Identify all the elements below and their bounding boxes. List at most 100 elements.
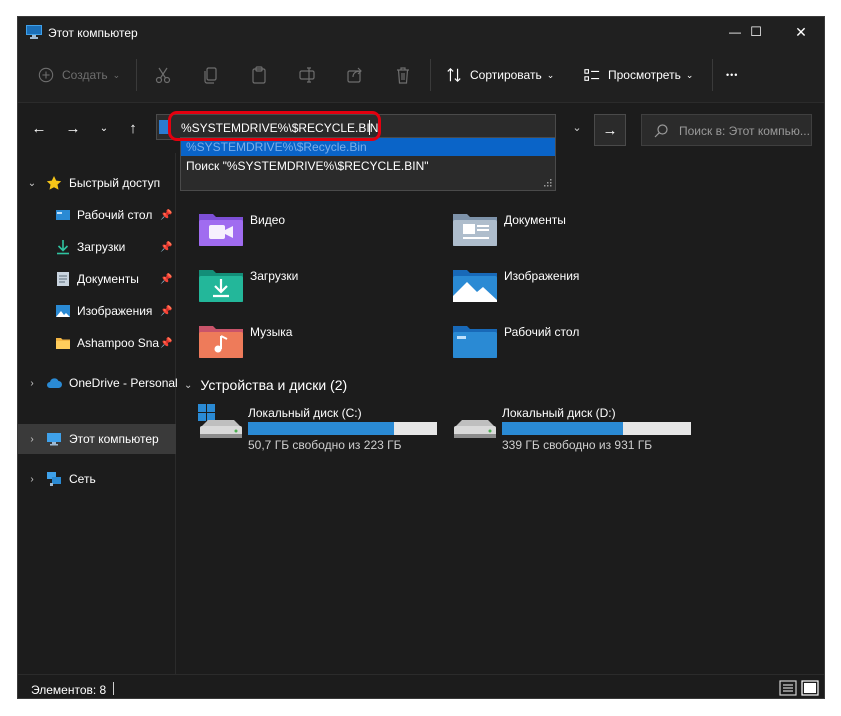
back-button[interactable]: ←: [28, 117, 50, 139]
folder-label: Музыка: [250, 325, 293, 339]
toolbar-divider: [136, 59, 137, 91]
drive-name: Локальный диск (D:): [502, 406, 616, 420]
text-cursor: [369, 120, 370, 135]
hard-drive-icon: [454, 420, 496, 438]
music-folder-icon: [199, 326, 243, 358]
pin-icon: 📌: [160, 209, 173, 221]
create-button[interactable]: Создать ⌄: [38, 63, 120, 87]
navigation-pane: ⌄ Быстрый доступ Рабочий стол 📌 Загрузки…: [18, 153, 178, 674]
sidebar-label: Этот компьютер: [69, 432, 159, 446]
plus-circle-icon: [38, 67, 54, 83]
desktop-folder-icon: [453, 326, 497, 358]
sidebar-label: Быстрый доступ: [69, 176, 161, 190]
autocomplete-item[interactable]: %SYSTEMDRIVE%\$Recycle.Bin: [181, 138, 555, 156]
sort-label: Сортировать: [470, 68, 542, 82]
maximize-button[interactable]: ☐: [733, 17, 779, 47]
delete-icon[interactable]: [394, 66, 412, 84]
chevron-right-icon[interactable]: ›: [26, 474, 38, 485]
maximize-icon: ☐: [750, 24, 762, 39]
details-view-icon[interactable]: [779, 680, 797, 696]
address-input[interactable]: %SYSTEMDRIVE%\$RECYCLE.BIN: [181, 121, 378, 135]
search-box[interactable]: Поиск в: Этот компью...: [641, 114, 812, 146]
pin-icon: 📌: [160, 273, 173, 285]
sidebar-item-this-pc[interactable]: › Этот компьютер: [18, 424, 176, 454]
folder-item-pictures[interactable]: Изображения: [453, 266, 693, 316]
devices-section-header[interactable]: ⌄ Устройства и диски (2): [184, 377, 347, 393]
sidebar-item-ashampoo[interactable]: Ashampoo Sna 📌: [18, 328, 176, 358]
sidebar-item-pictures[interactable]: Изображения 📌: [18, 296, 176, 326]
system-drive-icon: [198, 404, 242, 438]
chevron-down-icon[interactable]: ⌄: [26, 178, 38, 189]
chevron-down-icon: ⌄: [546, 69, 555, 80]
command-bar: Создать ⌄ Сортировать ⌄ Просмотреть ⌄ ••…: [18, 47, 824, 103]
desktop-icon: [56, 210, 70, 220]
rename-icon[interactable]: [298, 66, 316, 84]
arrow-up-icon: ↑: [129, 119, 137, 137]
drive-usage-fill: [248, 422, 394, 435]
resize-grip-icon[interactable]: [544, 179, 552, 187]
sidebar-label: Документы: [77, 272, 139, 286]
drive-free-space: 50,7 ГБ свободно из 223 ГБ: [248, 438, 402, 452]
sidebar-item-documents[interactable]: Документы 📌: [18, 264, 176, 294]
arrow-left-icon: ←: [31, 119, 47, 137]
sort-button[interactable]: Сортировать ⌄: [446, 63, 554, 87]
sidebar-item-network[interactable]: › Сеть: [18, 464, 176, 494]
go-button[interactable]: →: [594, 114, 626, 146]
pin-icon: 📌: [160, 305, 173, 317]
drive-item-d[interactable]: Локальный диск (D:) 339 ГБ свободно из 9…: [452, 404, 692, 454]
drive-usage-fill: [502, 422, 623, 435]
folder-label: Видео: [250, 213, 286, 227]
close-button[interactable]: ✕: [778, 17, 824, 47]
sidebar-label: Рабочий стол: [77, 208, 153, 222]
drive-item-c[interactable]: Локальный диск (C:) 50,7 ГБ свободно из …: [198, 404, 438, 454]
forward-button[interactable]: →: [62, 117, 84, 139]
folder-item-downloads[interactable]: Загрузки: [199, 266, 439, 316]
view-button[interactable]: Просмотреть ⌄: [584, 63, 693, 87]
sidebar-label: Изображения: [77, 304, 153, 318]
paste-icon[interactable]: [250, 66, 268, 84]
sidebar-label: Сеть: [69, 472, 96, 486]
folder-icon: [56, 338, 70, 349]
copy-icon[interactable]: [202, 66, 220, 84]
chevron-right-icon[interactable]: ›: [26, 434, 38, 445]
cloud-icon: [47, 378, 62, 388]
folder-item-documents[interactable]: Документы: [453, 210, 693, 260]
sidebar-item-quick-access[interactable]: ⌄ Быстрый доступ: [18, 168, 176, 198]
devices-header-label: Устройства и диски (2): [200, 377, 348, 393]
address-history-button[interactable]: ⌄: [565, 114, 589, 140]
more-icon: •••: [726, 70, 739, 80]
drive-name: Локальный диск (C:): [248, 406, 362, 420]
network-icon: [47, 472, 61, 486]
share-icon[interactable]: [346, 66, 364, 84]
view-label: Просмотреть: [608, 68, 681, 82]
document-icon: [57, 272, 69, 286]
large-icons-view-icon[interactable]: [801, 680, 819, 696]
computer-icon: [47, 433, 61, 446]
status-bar: Элементов: 8: [18, 674, 824, 698]
sidebar-item-downloads[interactable]: Загрузки 📌: [18, 232, 176, 262]
up-button[interactable]: ↑: [122, 117, 144, 139]
pin-icon: 📌: [160, 241, 173, 253]
cut-icon[interactable]: [154, 66, 172, 84]
folder-item-music[interactable]: Музыка: [199, 322, 439, 372]
sidebar-item-onedrive[interactable]: › OneDrive - Personal: [18, 368, 177, 398]
autocomplete-item[interactable]: Поиск "%SYSTEMDRIVE%\$RECYCLE.BIN": [181, 157, 555, 175]
folder-item-videos[interactable]: Видео: [199, 210, 439, 260]
folder-label: Загрузки: [250, 269, 299, 283]
drive-free-space: 339 ГБ свободно из 931 ГБ: [502, 438, 653, 452]
folder-item-desktop[interactable]: Рабочий стол: [453, 322, 693, 372]
recent-locations-button[interactable]: ⌄: [93, 117, 115, 139]
chevron-down-icon: ⌄: [112, 69, 121, 80]
view-icon: [584, 69, 600, 81]
downloads-folder-icon: [199, 270, 243, 302]
drive-usage-bar: [502, 422, 691, 435]
folder-label: Рабочий стол: [504, 325, 580, 339]
pictures-folder-icon: [453, 270, 497, 302]
sidebar-item-desktop[interactable]: Рабочий стол 📌: [18, 200, 176, 230]
window-title: Этот компьютер: [48, 26, 138, 40]
videos-folder-icon: [199, 214, 243, 246]
content-pane: Видео Документы Загрузки Изображения Муз…: [177, 153, 824, 674]
sort-icon: [447, 67, 461, 83]
more-options-button[interactable]: •••: [726, 63, 738, 87]
chevron-right-icon[interactable]: ›: [26, 378, 38, 389]
